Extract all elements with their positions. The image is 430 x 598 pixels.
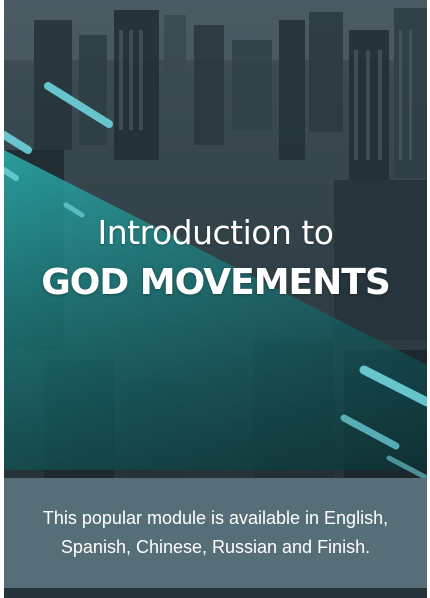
title-line-2: GOD MOVEMENTS xyxy=(41,262,391,303)
caption-text: This popular module is available in Engl… xyxy=(42,508,389,557)
title-line-1: Introduction to xyxy=(97,213,334,252)
bottom-strip xyxy=(4,588,427,598)
caption-box: This popular module is available in Engl… xyxy=(4,478,427,588)
promo-card[interactable]: Introduction to GOD MOVEMENTS This popul… xyxy=(4,0,427,598)
